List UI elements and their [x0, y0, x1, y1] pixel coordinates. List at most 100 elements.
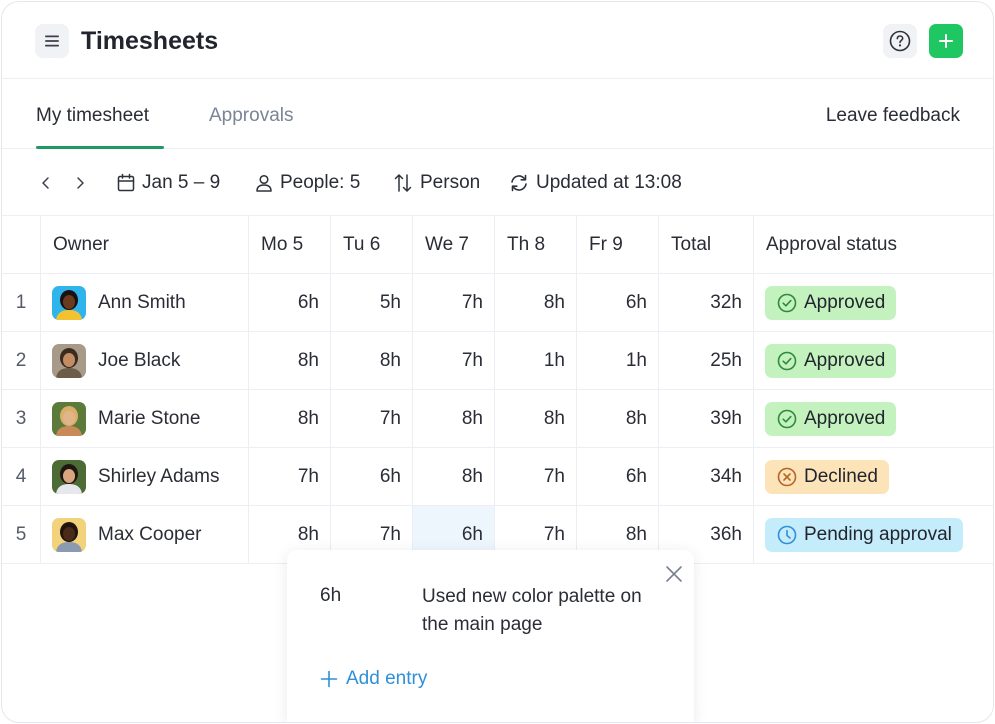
status-badge[interactable]: Approved — [765, 401, 897, 436]
people-filter[interactable]: People: 5 — [254, 170, 360, 196]
column-header-approval-status[interactable]: Approval status — [754, 216, 993, 273]
approval-status-cell: Declined — [754, 448, 993, 505]
status-label: Approved — [804, 407, 886, 429]
row-index: 3 — [2, 390, 41, 447]
owner-cell[interactable]: Max Cooper — [41, 506, 249, 563]
table-row[interactable]: 4 Shirley Adams 7h 6h 8h 7h 6h 34h Declined — [2, 448, 993, 506]
hamburger-menu-icon — [45, 35, 59, 47]
people-count-label: People: 5 — [280, 172, 361, 193]
date-range-label: Jan 5 – 9 — [142, 172, 221, 193]
time-entry-popover: 6h Used new color palette on the main pa… — [287, 550, 694, 722]
status-badge[interactable]: Approved — [765, 285, 897, 320]
owner-cell[interactable]: Joe Black — [41, 332, 249, 389]
hours-cell-we[interactable]: 8h — [413, 390, 495, 447]
hours-cell-fr[interactable]: 1h — [577, 332, 659, 389]
hours-cell-mo[interactable]: 8h — [249, 332, 331, 389]
avatar — [52, 517, 86, 552]
status-badge[interactable]: Pending approval — [765, 517, 963, 552]
total-cell: 39h — [659, 390, 754, 447]
status-badge[interactable]: Declined — [765, 459, 889, 494]
chevron-left-icon — [42, 177, 49, 189]
avatar — [52, 285, 86, 320]
hours-cell-tu[interactable]: 6h — [331, 448, 413, 505]
menu-button[interactable] — [35, 24, 69, 58]
date-range-picker[interactable]: Jan 5 – 9 — [116, 170, 220, 196]
hours-cell-mo[interactable]: 7h — [249, 448, 331, 505]
entry-description[interactable]: Used new color palette on the main page — [422, 583, 652, 639]
hours-cell-we[interactable]: 7h — [413, 332, 495, 389]
hours-cell-tu[interactable]: 7h — [331, 390, 413, 447]
column-header-mo[interactable]: Mo 5 — [249, 216, 331, 273]
hours-cell-mo[interactable]: 6h — [249, 274, 331, 331]
tab-approvals[interactable]: Approvals — [209, 104, 294, 128]
owner-name: Ann Smith — [98, 291, 186, 313]
sort-selector[interactable]: Person — [392, 170, 480, 196]
check-circle-icon — [777, 409, 797, 428]
add-entry-button[interactable]: Add entry — [320, 668, 427, 690]
close-icon — [666, 566, 682, 582]
column-header-fr[interactable]: Fr 9 — [577, 216, 659, 273]
tab-bar: My timesheet Approvals Leave feedback — [2, 80, 993, 149]
sort-arrows-icon — [394, 174, 412, 192]
approval-status-cell: Pending approval — [754, 506, 993, 563]
add-button[interactable] — [929, 24, 963, 58]
owner-name: Shirley Adams — [98, 465, 220, 487]
check-circle-icon — [777, 293, 797, 312]
previous-week-button[interactable] — [38, 170, 60, 196]
refresh-button[interactable]: Updated at 13:08 — [508, 170, 682, 196]
close-popover-button[interactable] — [663, 563, 685, 585]
row-index: 2 — [2, 332, 41, 389]
add-entry-label: Add entry — [346, 668, 428, 689]
hours-cell-th[interactable]: 8h — [495, 274, 577, 331]
hours-cell-we[interactable]: 7h — [413, 274, 495, 331]
owner-name: Marie Stone — [98, 407, 201, 429]
plus-icon — [320, 670, 338, 688]
table-row[interactable]: 2 Joe Black 8h 8h 7h 1h 1h 25h Approved — [2, 332, 993, 390]
help-button[interactable] — [883, 24, 917, 58]
owner-cell[interactable]: Ann Smith — [41, 274, 249, 331]
tab-my-timesheet[interactable]: My timesheet — [36, 104, 149, 128]
hours-cell-th[interactable]: 8h — [495, 390, 577, 447]
column-header-owner[interactable]: Owner — [41, 216, 249, 273]
owner-name: Max Cooper — [98, 523, 202, 545]
table-row[interactable]: 1 Ann Smith 6h 5h 7h 8h 6h 32h Approved — [2, 274, 993, 332]
question-circle-icon — [889, 30, 911, 52]
hours-cell-th[interactable]: 1h — [495, 332, 577, 389]
column-header-tu[interactable]: Tu 6 — [331, 216, 413, 273]
hours-cell-mo[interactable]: 8h — [249, 390, 331, 447]
avatar — [52, 459, 86, 494]
approval-status-cell: Approved — [754, 274, 993, 331]
row-index: 4 — [2, 448, 41, 505]
column-header-index — [2, 216, 41, 273]
column-header-we[interactable]: We 7 — [413, 216, 495, 273]
active-tab-indicator — [36, 146, 164, 149]
status-label: Approved — [804, 349, 886, 371]
leave-feedback-link[interactable]: Leave feedback — [826, 104, 960, 128]
hours-cell-we[interactable]: 8h — [413, 448, 495, 505]
hours-cell-tu[interactable]: 8h — [331, 332, 413, 389]
updated-at-label: Updated at 13:08 — [536, 172, 682, 193]
clock-icon — [777, 525, 797, 544]
status-badge[interactable]: Approved — [765, 343, 897, 378]
sort-label: Person — [420, 172, 481, 193]
row-index: 5 — [2, 506, 41, 563]
owner-name: Joe Black — [98, 349, 181, 371]
owner-cell[interactable]: Shirley Adams — [41, 448, 249, 505]
entry-hours[interactable]: 6h — [320, 585, 341, 607]
next-week-button[interactable] — [72, 170, 94, 196]
column-header-total[interactable]: Total — [659, 216, 754, 273]
column-header-th[interactable]: Th 8 — [495, 216, 577, 273]
table-row[interactable]: 3 Marie Stone 8h 7h 8h 8h 8h 39h Approved — [2, 390, 993, 448]
total-cell: 32h — [659, 274, 754, 331]
page-title: Timesheets — [81, 27, 219, 55]
status-label: Pending approval — [804, 523, 952, 545]
total-cell: 34h — [659, 448, 754, 505]
hours-cell-fr[interactable]: 6h — [577, 448, 659, 505]
row-index: 1 — [2, 274, 41, 331]
owner-cell[interactable]: Marie Stone — [41, 390, 249, 447]
status-label: Declined — [804, 465, 878, 487]
hours-cell-tu[interactable]: 5h — [331, 274, 413, 331]
hours-cell-th[interactable]: 7h — [495, 448, 577, 505]
hours-cell-fr[interactable]: 6h — [577, 274, 659, 331]
hours-cell-fr[interactable]: 8h — [577, 390, 659, 447]
